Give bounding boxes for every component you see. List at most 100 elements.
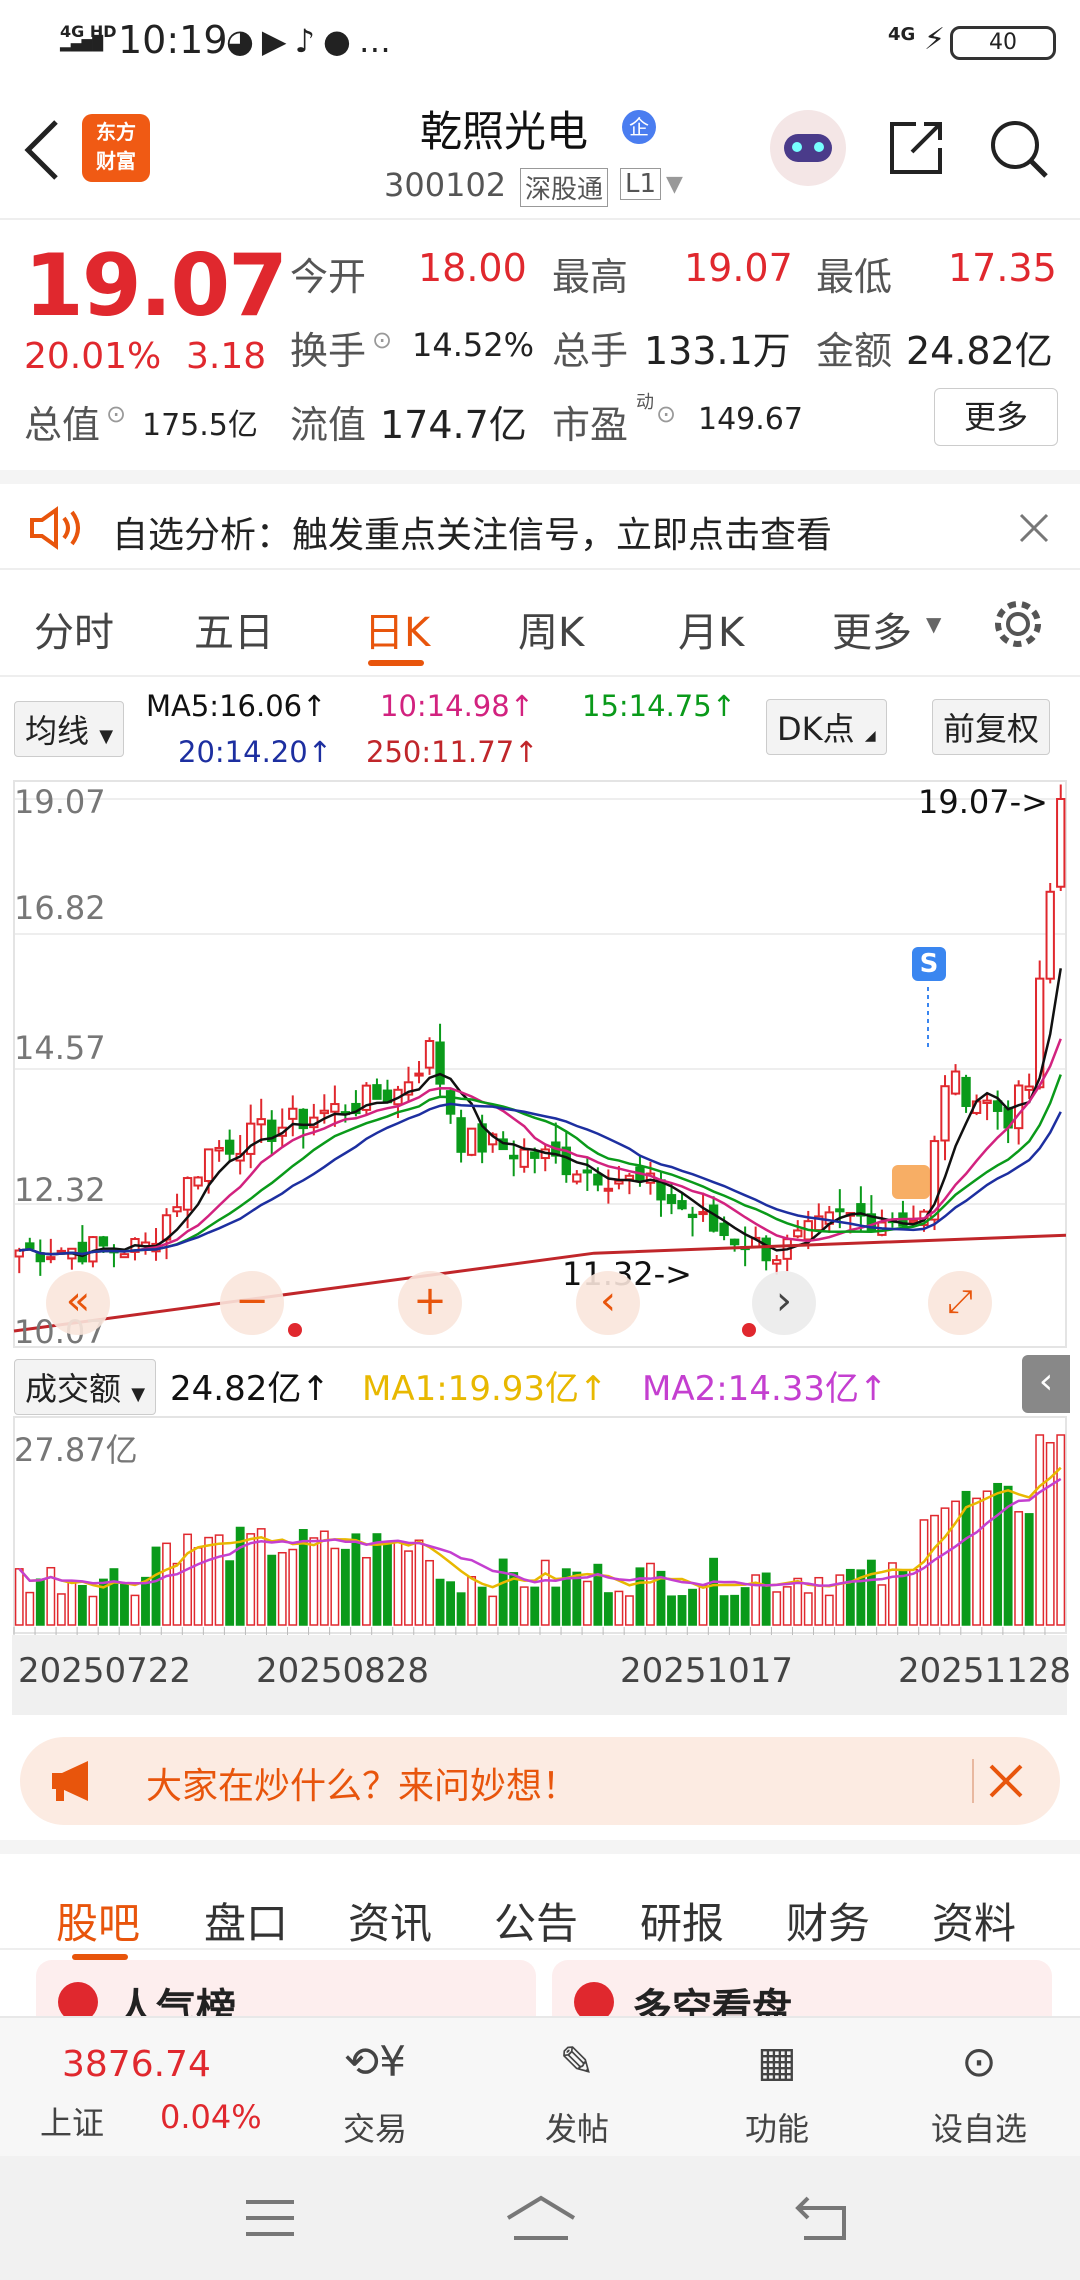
info-icon[interactable]: ⊙	[656, 400, 676, 428]
chevron-down-icon[interactable]: ▼	[666, 172, 683, 197]
search-icon[interactable]	[988, 118, 1050, 180]
fullscreen-icon[interactable]: ⤢	[928, 1271, 992, 1335]
tab-finance[interactable]: 财务	[786, 1890, 870, 1951]
volume-label: 总手	[552, 329, 629, 373]
tab-pankou[interactable]: 盘口	[204, 1890, 288, 1951]
stock-name: 乾照光电	[420, 107, 589, 156]
kline-canvas	[13, 780, 1067, 1348]
indicator-select[interactable]: 均线 ▼	[14, 701, 125, 757]
scroll-start-icon[interactable]: «	[46, 1271, 110, 1335]
adjust-mode-button[interactable]: 前复权	[932, 699, 1051, 755]
tab-announcements[interactable]: 公告	[494, 1890, 578, 1951]
tab-news[interactable]: 资讯	[348, 1890, 432, 1951]
volume-max-label: 27.87亿	[14, 1431, 138, 1469]
collapse-panel-icon[interactable]: ‹	[1022, 1355, 1070, 1413]
index-change[interactable]: 0.04%	[160, 2098, 262, 2136]
volume-legend-bar: 成交额 ▼ 24.82亿↑ MA1:19.93亿↑ MA2:14.33亿↑ ‹	[0, 1349, 1080, 1415]
exchange-badge: 深股通	[520, 168, 609, 207]
logo-line-2: 财富	[96, 149, 136, 173]
app-logo[interactable]: 东方 财富	[82, 114, 150, 182]
event-dot[interactable]	[288, 1323, 302, 1337]
nav-functions[interactable]: ▦ 功能	[712, 2034, 842, 2150]
float-label: 流值	[290, 403, 367, 447]
tab-zhouk[interactable]: 周K	[518, 600, 584, 658]
period-tabs: 分时 五日 日K 周K 月K 更多 ▼	[0, 572, 1080, 677]
dk-point-label: DK点	[777, 710, 855, 748]
kline-chart[interactable]: 19.07 16.82 14.57 12.32 10.07 19.07-> 11…	[0, 779, 1080, 1351]
level-badge: L1	[620, 168, 662, 200]
index-name[interactable]: 上证	[40, 2098, 104, 2144]
tab-yuek[interactable]: 月K	[678, 600, 744, 658]
volume-chart[interactable]: 27.87亿	[0, 1415, 1080, 1635]
megaphone-icon	[52, 1761, 88, 1801]
zoom-out-icon[interactable]: −	[220, 1271, 284, 1335]
clock: 10:19	[118, 18, 228, 62]
ask-banner[interactable]: 大家在炒什么？来问妙想！	[20, 1737, 1060, 1825]
open-value: 18.00	[418, 246, 527, 290]
volume-indicator-select[interactable]: 成交额 ▼	[14, 1359, 157, 1415]
bull-bear-card[interactable]: 多空看盘	[552, 1960, 1052, 2016]
info-icon[interactable]: ⊙	[106, 400, 126, 428]
tab-wuri[interactable]: 五日	[194, 600, 274, 658]
tab-profile[interactable]: 资料	[932, 1890, 1016, 1951]
y-label-3: 14.57	[14, 1029, 106, 1067]
nav-trade-label: 交易	[342, 2110, 407, 2148]
nav-add-watchlist[interactable]: ⊙ 设自选	[914, 2034, 1044, 2150]
bottom-bar: 3876.74 上证 0.04% ⟲¥ 交易 ✎ 发帖 ▦ 功能 ⊙ 设自选	[0, 2016, 1080, 2156]
menu-icon[interactable]	[244, 2198, 296, 2238]
nav-functions-label: 功能	[744, 2110, 809, 2148]
ma5-label: MA5:16.06↑	[146, 689, 327, 723]
tab-research[interactable]: 研报	[640, 1890, 724, 1951]
quote-panel: 19.07 20.01% 3.18 今开 18.00 最高 19.07 最低 1…	[0, 222, 1080, 468]
charging-icon: ⚡	[924, 22, 946, 57]
more-button[interactable]: 更多	[934, 388, 1058, 446]
assistant-avatar-icon[interactable]	[770, 110, 846, 186]
popularity-card[interactable]: 人气榜	[36, 1960, 536, 2016]
close-icon[interactable]	[1018, 512, 1050, 544]
bull-bear-title: 多空看盘	[632, 1986, 792, 2016]
info-icon[interactable]: ⊙	[372, 326, 392, 354]
event-dot[interactable]	[742, 1323, 756, 1337]
battery-level: 40	[989, 30, 1017, 55]
nav-trade[interactable]: ⟲¥ 交易	[310, 2034, 440, 2150]
speaker-icon	[30, 506, 80, 550]
tab-more[interactable]: 更多	[832, 600, 912, 658]
caret-down-icon: ▼	[926, 612, 942, 636]
ma10-label: 10:14.98↑	[380, 689, 534, 723]
volume-ma1: MA1:19.93亿↑	[362, 1369, 608, 1409]
high-value: 19.07	[684, 246, 793, 290]
back-icon[interactable]	[22, 118, 62, 182]
nav-post[interactable]: ✎ 发帖	[512, 2034, 642, 2150]
prev-icon[interactable]: ‹	[576, 1271, 640, 1335]
nav-add-watchlist-label: 设自选	[930, 2110, 1027, 2148]
y-label-1: 19.07	[14, 783, 106, 821]
pe-label: 市盈	[552, 403, 629, 447]
tab-guba[interactable]: 股吧	[56, 1890, 140, 1951]
tab-rik[interactable]: 日K	[364, 600, 430, 658]
banner-divider	[972, 1759, 974, 1803]
mcap-value: 175.5亿	[142, 408, 258, 443]
index-value[interactable]: 3876.74	[62, 2044, 211, 2085]
stock-code: 300102	[384, 166, 507, 204]
buy-signal-icon[interactable]	[892, 1165, 930, 1199]
tab-fenshi[interactable]: 分时	[34, 600, 114, 658]
gear-icon[interactable]	[990, 596, 1046, 652]
volume-canvas	[13, 1416, 1067, 1635]
volume-ma2: MA2:14.33亿↑	[642, 1369, 888, 1409]
back-nav-icon[interactable]	[794, 2194, 850, 2242]
dk-point-button[interactable]: DK点 ◢	[766, 699, 887, 755]
mcap-label: 总值	[24, 403, 101, 447]
notice-bar[interactable]: 自选分析：触发重点关注信号，立即点击查看	[0, 470, 1080, 570]
close-icon[interactable]	[988, 1763, 1024, 1799]
change-amount: 3.18	[186, 336, 267, 377]
sell-signal-badge[interactable]: S	[912, 947, 946, 981]
share-icon[interactable]	[886, 118, 946, 178]
home-icon[interactable]	[506, 2194, 576, 2242]
low-label: 最低	[816, 255, 893, 299]
notification-icons: ◕▶♪●…	[226, 22, 399, 60]
zoom-in-icon[interactable]: +	[398, 1271, 462, 1335]
amount-value: 24.82亿	[906, 329, 1053, 373]
next-icon[interactable]: ›	[752, 1271, 816, 1335]
date-label-1: 20250722	[18, 1651, 192, 1691]
turnover-value: 14.52%	[412, 326, 535, 364]
